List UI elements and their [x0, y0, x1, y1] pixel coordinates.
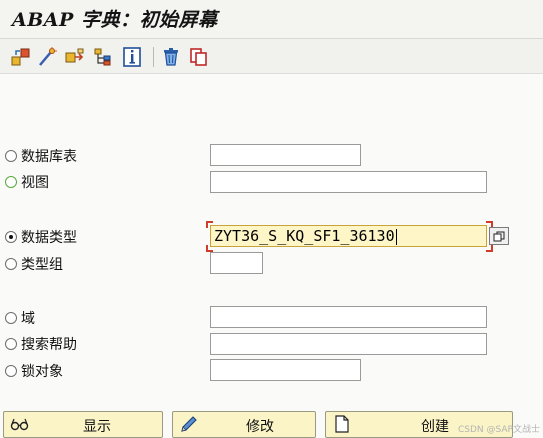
radio-database-table[interactable]	[5, 150, 17, 162]
value-help-button[interactable]	[489, 227, 509, 245]
display-button[interactable]: 显示	[3, 411, 163, 438]
radio-domain[interactable]	[5, 312, 17, 324]
change-button[interactable]: 修改	[172, 411, 316, 438]
toolbar-separator	[153, 47, 154, 67]
data-type-field[interactable]: ZYT36_S_KQ_SF1_36130	[210, 225, 487, 247]
database-table-field[interactable]	[210, 144, 361, 166]
change-button-label: 修改	[246, 419, 274, 435]
application-toolbar	[0, 39, 543, 74]
other-object-icon[interactable]	[10, 46, 32, 68]
value-help-icon	[493, 231, 505, 241]
option-view[interactable]: 视图	[5, 173, 49, 191]
view-field[interactable]	[210, 171, 487, 193]
copy-icon[interactable]	[188, 46, 210, 68]
display-button-label: 显示	[83, 419, 111, 435]
delete-icon[interactable]	[160, 46, 182, 68]
option-label: 视图	[21, 175, 49, 191]
title-bar: ABAP 字典：初始屏幕	[0, 0, 543, 39]
pencil-icon	[181, 416, 197, 432]
option-search-help[interactable]: 搜索帮助	[5, 335, 77, 353]
option-data-type[interactable]: 数据类型	[5, 228, 77, 246]
glasses-icon	[10, 418, 29, 431]
check-icon[interactable]	[36, 46, 58, 68]
text-caret	[395, 228, 397, 245]
domain-field[interactable]	[210, 306, 487, 328]
where-used-icon[interactable]	[64, 46, 86, 68]
radio-lock-object[interactable]	[5, 365, 17, 377]
focus-corner	[486, 245, 493, 252]
hierarchy-icon[interactable]	[92, 46, 114, 68]
search-help-field[interactable]	[210, 333, 487, 355]
option-label: 搜索帮助	[21, 337, 77, 353]
focus-corner	[206, 245, 213, 252]
lock-object-field[interactable]	[210, 359, 361, 381]
option-label: 数据类型	[21, 230, 77, 246]
watermark: CSDN @SAP文战士	[458, 425, 540, 435]
option-label: 锁对象	[21, 364, 63, 380]
option-type-group[interactable]: 类型组	[5, 255, 63, 273]
option-label: 类型组	[21, 257, 63, 273]
radio-data-type[interactable]	[5, 231, 17, 243]
data-type-value: ZYT36_S_KQ_SF1_36130	[214, 227, 395, 245]
option-domain[interactable]: 域	[5, 309, 35, 327]
option-lock-object[interactable]: 锁对象	[5, 362, 63, 380]
radio-search-help[interactable]	[5, 338, 17, 350]
create-button-label: 创建	[421, 419, 449, 435]
page-title: ABAP 字典：初始屏幕	[12, 9, 218, 31]
new-document-icon	[335, 415, 349, 433]
option-label: 数据库表	[21, 149, 77, 165]
info-icon[interactable]	[121, 46, 143, 68]
type-group-field[interactable]	[210, 252, 263, 274]
option-label: 域	[21, 311, 35, 327]
focus-corner	[206, 221, 213, 228]
option-database-table[interactable]: 数据库表	[5, 147, 77, 165]
radio-view[interactable]	[5, 176, 17, 188]
radio-type-group[interactable]	[5, 258, 17, 270]
